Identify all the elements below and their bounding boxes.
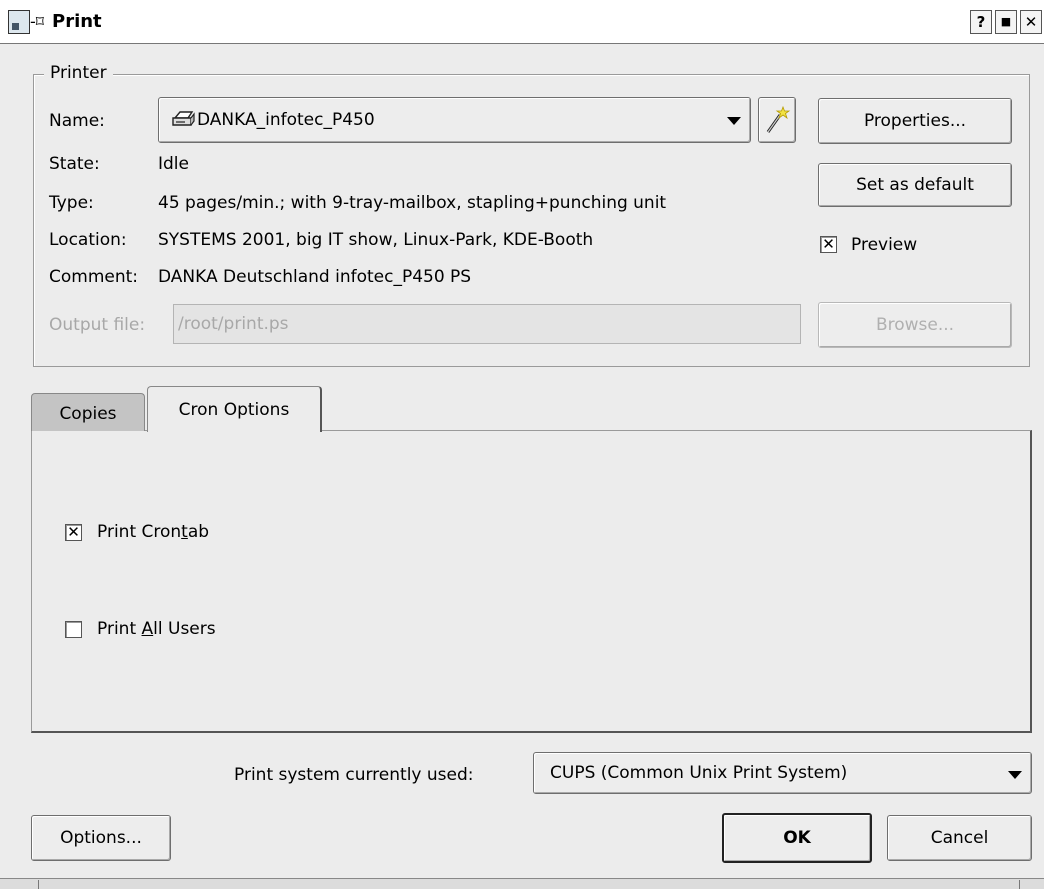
print-app-icon[interactable] [8, 10, 30, 34]
tab-cron-options[interactable]: Cron Options [147, 386, 322, 432]
maximize-button[interactable]: ■ [995, 10, 1017, 34]
sticky-icon[interactable]: -⌑ [30, 12, 44, 32]
output-file-value: /root/print.ps [178, 314, 289, 334]
state-value: Idle [158, 154, 189, 174]
location-label: Location: [49, 230, 127, 250]
preview-label[interactable]: Preview [851, 234, 917, 256]
tab-panel-cron-options [31, 430, 1032, 733]
properties-button[interactable]: Properties... [818, 98, 1012, 144]
options-button[interactable]: Options... [31, 815, 171, 861]
location-value: SYSTEMS 2001, big IT show, Linux-Park, K… [158, 230, 594, 250]
comment-value: DANKA Deutschland infotec_P450 PS [158, 267, 472, 287]
chevron-down-icon [727, 117, 741, 125]
title-bar: -⌑ Print ? ■ ✕ [0, 0, 1044, 44]
printer-name-value: DANKA_infotec_P450 [197, 110, 375, 130]
print-system-combo[interactable]: CUPS (Common Unix Print System) [533, 752, 1032, 794]
cancel-button[interactable]: Cancel [887, 815, 1032, 861]
print-system-label: Print system currently used: [234, 765, 474, 785]
printer-name-combo[interactable]: DANKA_infotec_P450 [158, 97, 751, 143]
chevron-down-icon [1008, 771, 1022, 779]
preview-checkbox[interactable]: ✕ [820, 236, 837, 253]
print-all-users-label[interactable]: Print All Users [97, 618, 216, 640]
help-button[interactable]: ? [970, 10, 992, 34]
printer-group-title: Printer [44, 63, 113, 83]
bottom-frame-handle [38, 880, 1020, 889]
printer-icon [171, 109, 195, 129]
output-file-label: Output file: [49, 315, 146, 335]
output-file-input[interactable]: /root/print.ps [173, 304, 801, 344]
wizard-button[interactable] [758, 97, 796, 143]
type-value: 45 pages/min.; with 9-tray-mailbox, stap… [158, 193, 667, 213]
browse-button[interactable]: Browse... [818, 302, 1012, 348]
print-crontab-label[interactable]: Print Crontab [97, 521, 209, 543]
close-button[interactable]: ✕ [1020, 10, 1042, 34]
tab-copies[interactable]: Copies [31, 393, 145, 431]
print-system-value: CUPS (Common Unix Print System) [550, 763, 848, 783]
print-all-users-checkbox[interactable] [65, 621, 82, 638]
magic-wand-icon [765, 105, 791, 135]
print-crontab-checkbox[interactable]: ✕ [65, 524, 82, 541]
name-label: Name: [49, 111, 105, 131]
window-title: Print [52, 11, 102, 32]
state-label: State: [49, 154, 100, 174]
set-as-default-button[interactable]: Set as default [818, 163, 1012, 207]
comment-label: Comment: [49, 267, 139, 287]
type-label: Type: [49, 193, 94, 213]
ok-button[interactable]: OK [722, 813, 872, 863]
